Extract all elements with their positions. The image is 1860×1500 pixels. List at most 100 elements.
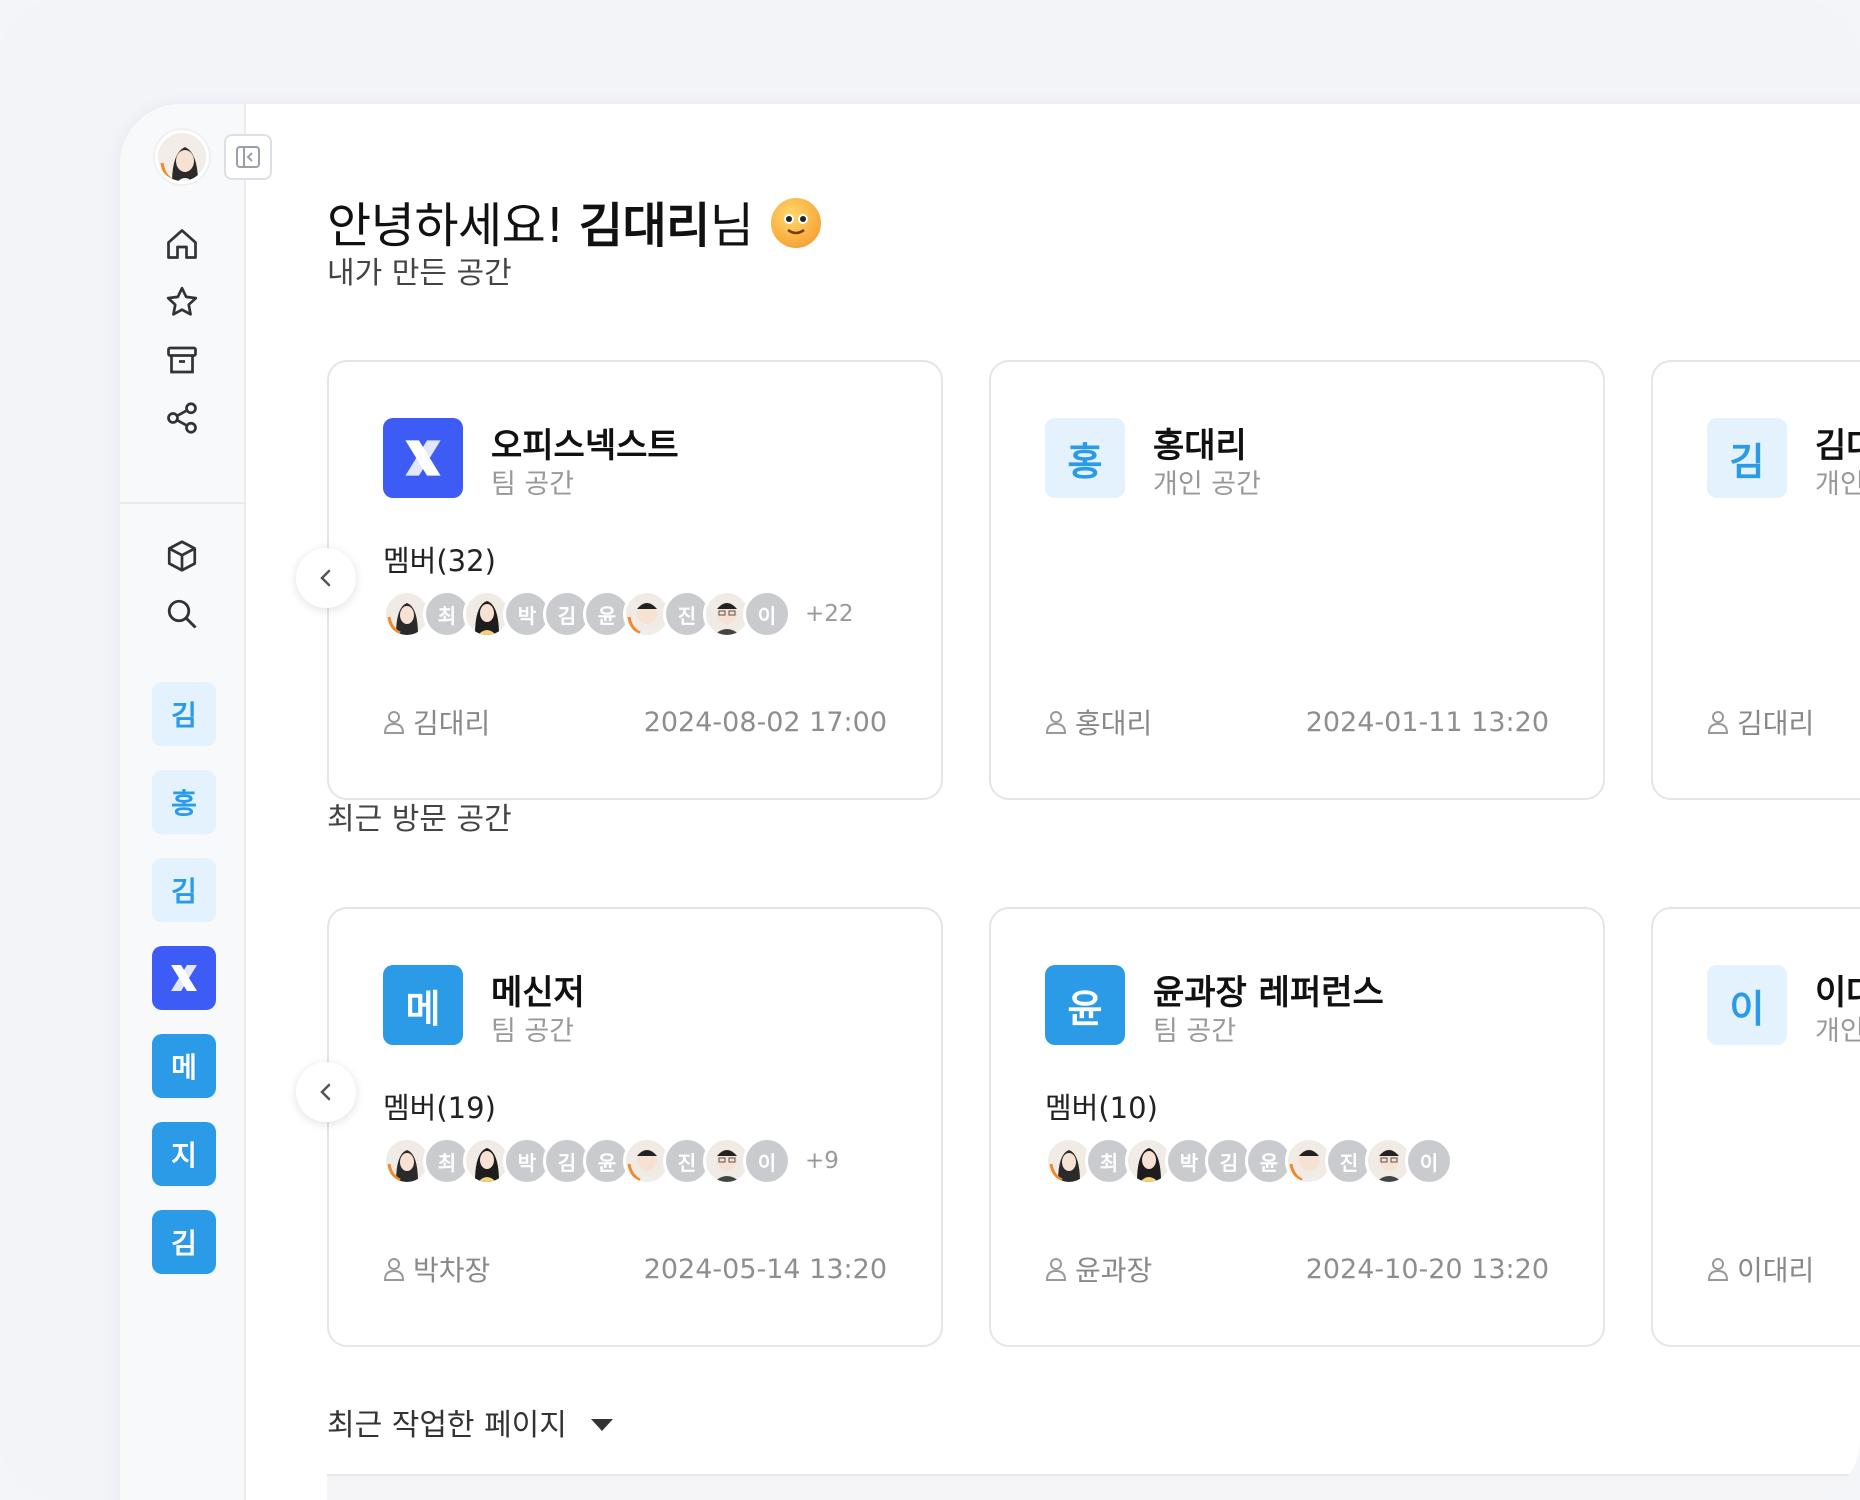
sidebar-space-officenext[interactable] <box>152 946 216 1010</box>
app-window: 김 홍 김 메 지 김 안녕하세요! 김대리님 내가 만든 공간 오피스넥스트 … <box>120 104 1860 1500</box>
caret-down-icon[interactable] <box>590 1419 613 1431</box>
person-icon <box>1045 711 1067 734</box>
member-avatars: 최 박 김 윤 진 이 +22 <box>383 590 854 638</box>
person-icon <box>1707 711 1729 734</box>
members-label: 멤버(10) <box>1045 1091 1158 1125</box>
person-icon <box>383 1258 405 1281</box>
officenext-logo-icon <box>171 965 197 991</box>
member-avatars: 최 박 김 윤 진 이 <box>1045 1137 1453 1185</box>
greeting-name: 김대리 <box>578 198 710 254</box>
sidebar-space-kim-2[interactable]: 김 <box>152 858 216 922</box>
card-footer: 윤과장 2024-10-20 13:20 <box>1045 1249 1549 1289</box>
app-frame: 김 홍 김 메 지 김 안녕하세요! 김대리님 내가 만든 공간 오피스넥스트 … <box>0 0 1860 1500</box>
collapse-sidebar-button[interactable] <box>224 134 272 180</box>
updated-date: 2024-10-20 13:20 <box>1305 1253 1549 1285</box>
sidebar-space-kim-1[interactable]: 김 <box>152 682 216 746</box>
search-icon[interactable] <box>160 592 204 636</box>
user-avatar[interactable] <box>155 130 209 184</box>
space-name: 김대 <box>1815 426 1860 466</box>
space-card-officenext[interactable]: 오피스넥스트 팀 공간 멤버(32) 최 박 김 윤 진 이 +22 김대리 2… <box>327 360 943 800</box>
share-icon[interactable] <box>160 396 204 440</box>
space-card-kim[interactable]: 김 김대 개인 공 김대리 <box>1651 360 1860 800</box>
member-avatars: 최 박 김 윤 진 이 +9 <box>383 1137 839 1185</box>
section-title-my-spaces: 내가 만든 공간 <box>327 256 512 291</box>
sidebar: 김 홍 김 메 지 김 <box>120 104 272 1500</box>
more-members-count: +22 <box>805 601 854 627</box>
cube-icon[interactable] <box>160 534 204 578</box>
space-card-lee[interactable]: 이 이대 개인 공 이대리 <box>1651 907 1860 1347</box>
space-name: 오피스넥스트 <box>491 426 679 466</box>
space-tile-hong: 홍 <box>1045 418 1125 498</box>
archive-icon[interactable] <box>160 338 204 382</box>
space-type: 개인 공 <box>1815 469 1860 500</box>
sidebar-space-hong[interactable]: 홍 <box>152 770 216 834</box>
owner-name: 이대리 <box>1737 1254 1815 1287</box>
space-name: 홍대리 <box>1153 426 1247 466</box>
card-footer: 김대리 2024-08-02 17:00 <box>383 702 887 742</box>
space-type: 팀 공간 <box>491 469 575 500</box>
card-footer: 이대리 <box>1707 1249 1860 1289</box>
space-tile-officenext <box>383 418 463 498</box>
card-footer: 김대리 <box>1707 702 1860 742</box>
member-avatar: 이 <box>743 1137 791 1185</box>
chevron-left-icon <box>320 1083 331 1101</box>
carousel-prev-button[interactable] <box>296 1062 356 1122</box>
officenext-logo-icon <box>405 440 441 476</box>
sidebar-divider <box>120 502 246 504</box>
owner-name: 김대리 <box>413 707 491 740</box>
section-title-recent-pages-label: 최근 작업한 페이지 <box>327 1408 567 1443</box>
space-name: 윤과장 레퍼런스 <box>1153 973 1384 1013</box>
space-card-messenger[interactable]: 메 메신저 팀 공간 멤버(19) 최 박 김 윤 진 이 +9 박차장 202… <box>327 907 943 1347</box>
space-tile-lee: 이 <box>1707 965 1787 1045</box>
card-footer: 홍대리 2024-01-11 13:20 <box>1045 702 1549 742</box>
sidebar-space-messenger[interactable]: 메 <box>152 1034 216 1098</box>
card-footer: 박차장 2024-05-14 13:20 <box>383 1249 887 1289</box>
owner-name: 박차장 <box>413 1254 491 1287</box>
owner: 이대리 <box>1707 1249 1814 1289</box>
updated-date: 2024-01-11 13:20 <box>1305 706 1549 738</box>
chevron-left-icon <box>320 569 331 587</box>
more-members-count: +9 <box>805 1148 839 1174</box>
space-tile-messenger: 메 <box>383 965 463 1045</box>
members-label: 멤버(32) <box>383 544 496 578</box>
sidebar-space-ji[interactable]: 지 <box>152 1122 216 1186</box>
sidebar-space-kim-3[interactable]: 김 <box>152 1210 216 1274</box>
recent-pages-list <box>327 1474 1860 1500</box>
carousel-prev-button[interactable] <box>296 548 356 608</box>
owner: 김대리 <box>383 702 490 742</box>
space-card-hong[interactable]: 홍 홍대리 개인 공간 홍대리 2024-01-11 13:20 <box>989 360 1605 800</box>
owner: 김대리 <box>1707 702 1814 742</box>
home-icon[interactable] <box>160 222 204 266</box>
greeting-suffix: 님 <box>709 198 754 254</box>
space-name: 이대 <box>1815 973 1860 1013</box>
updated-date: 2024-08-02 17:00 <box>643 706 887 738</box>
person-icon <box>1707 1258 1729 1281</box>
member-avatar: 이 <box>743 590 791 638</box>
space-name: 메신저 <box>491 973 585 1013</box>
section-title-recent-pages[interactable]: 최근 작업한 페이지 <box>327 1400 613 1444</box>
smiley-emoji-icon <box>771 198 822 248</box>
space-type: 팀 공간 <box>1153 1016 1237 1047</box>
owner: 박차장 <box>383 1249 490 1289</box>
members-label: 멤버(19) <box>383 1091 496 1125</box>
space-card-yoon-reference[interactable]: 윤 윤과장 레퍼런스 팀 공간 멤버(10) 최 박 김 윤 진 이 윤과장 2… <box>989 907 1605 1347</box>
updated-date: 2024-05-14 13:20 <box>643 1253 887 1285</box>
star-icon[interactable] <box>160 280 204 324</box>
owner: 윤과장 <box>1045 1249 1152 1289</box>
space-type: 개인 공 <box>1815 1016 1860 1047</box>
member-avatar: 이 <box>1405 1137 1453 1185</box>
greeting-prefix: 안녕하세요! <box>327 198 579 254</box>
greeting-heading: 안녕하세요! 김대리님 <box>327 186 822 256</box>
owner-name: 김대리 <box>1737 707 1815 740</box>
section-title-recent-spaces: 최근 방문 공간 <box>327 802 512 837</box>
person-icon <box>383 711 405 734</box>
owner: 홍대리 <box>1045 702 1152 742</box>
space-tile-yoon: 윤 <box>1045 965 1125 1045</box>
owner-name: 홍대리 <box>1075 707 1153 740</box>
person-icon <box>1045 1258 1067 1281</box>
space-tile-kim: 김 <box>1707 418 1787 498</box>
sidebar-collapse-icon <box>236 146 260 168</box>
space-type: 개인 공간 <box>1153 469 1261 500</box>
owner-name: 윤과장 <box>1075 1254 1153 1287</box>
space-type: 팀 공간 <box>491 1016 575 1047</box>
